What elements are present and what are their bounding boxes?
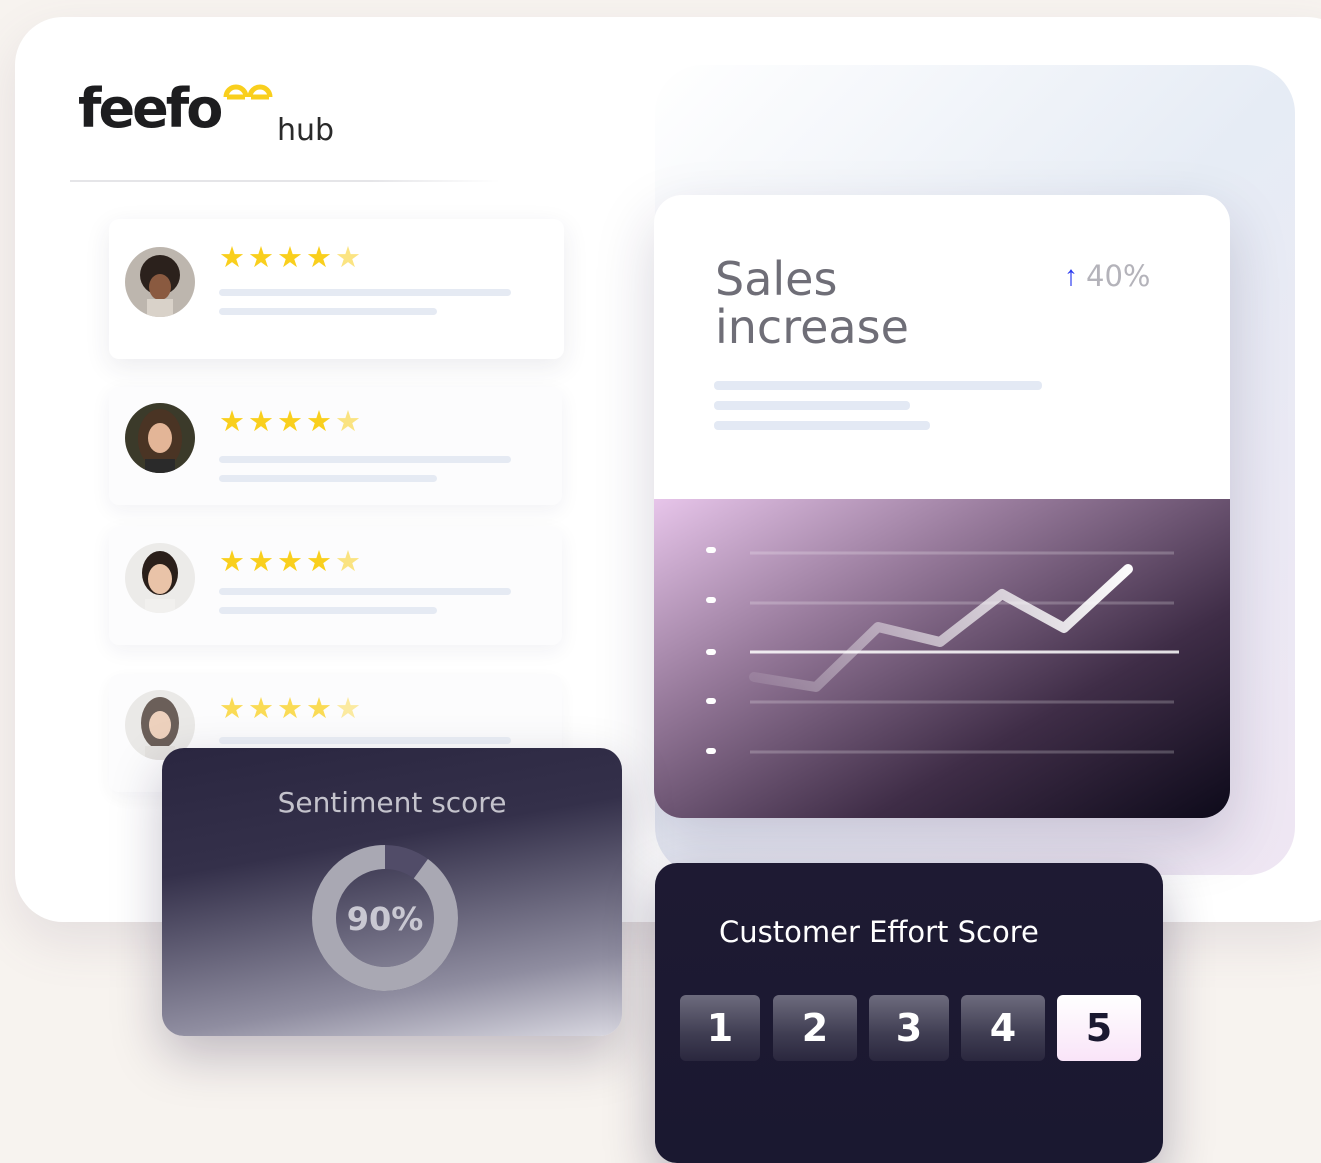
sales-chart — [654, 499, 1230, 818]
header-divider — [70, 180, 500, 182]
ces-option-5[interactable]: 5 — [1057, 995, 1141, 1061]
star-half: ★ — [335, 546, 364, 578]
star-rating: ★★★★★ — [219, 405, 364, 439]
sales-line-chart — [706, 547, 1179, 754]
stars-full: ★★★★ — [219, 693, 335, 725]
text-placeholder — [714, 381, 1042, 390]
ces-option-4[interactable]: 4 — [961, 995, 1045, 1061]
star-half: ★ — [335, 693, 364, 725]
stars-full: ★★★★ — [219, 546, 335, 578]
star-half: ★ — [335, 242, 364, 274]
brand-product-label: hub — [277, 113, 335, 148]
star-rating: ★★★★★ — [219, 692, 364, 726]
sentiment-score-card: Sentiment score 90% — [162, 748, 622, 1036]
review-text-placeholder — [219, 456, 511, 463]
ces-title: Customer Effort Score — [719, 915, 1039, 949]
text-placeholder — [714, 401, 910, 410]
avatar — [125, 403, 195, 473]
avatar-image — [125, 247, 195, 317]
star-half: ★ — [335, 406, 364, 438]
review-text-placeholder — [219, 475, 437, 482]
text-placeholder — [714, 421, 930, 430]
review-card[interactable]: ★★★★★ — [109, 219, 564, 359]
sales-change: ↑ 40% — [1064, 259, 1150, 293]
review-text-placeholder — [219, 607, 437, 614]
sales-trend-line — [749, 564, 1133, 692]
y-axis-dots — [706, 547, 716, 754]
review-text-placeholder — [219, 289, 511, 296]
sales-increase-card: Sales increase ↑ 40% — [654, 195, 1230, 818]
star-rating: ★★★★★ — [219, 241, 364, 275]
ces-option-2[interactable]: 2 — [773, 995, 857, 1061]
review-text-placeholder — [219, 737, 511, 744]
sentiment-title: Sentiment score — [277, 786, 507, 819]
stars-full: ★★★★ — [219, 406, 335, 438]
avatar — [125, 247, 195, 317]
review-card[interactable]: ★★★★★ — [109, 387, 562, 505]
ces-option-3[interactable]: 3 — [869, 995, 949, 1061]
sales-change-value: 40% — [1086, 259, 1151, 293]
review-text-placeholder — [219, 588, 511, 595]
avatar — [125, 543, 195, 613]
feefo-eyes-icon — [223, 84, 273, 100]
avatar-image — [125, 403, 195, 473]
customer-effort-score-card: Customer Effort Score 1 2 3 4 5 — [655, 863, 1163, 1163]
sentiment-value: 90% — [346, 900, 424, 938]
sales-title: Sales increase — [715, 252, 909, 354]
arrow-up-icon: ↑ — [1064, 260, 1078, 291]
star-rating: ★★★★★ — [219, 545, 364, 579]
avatar-image — [125, 543, 195, 613]
review-card[interactable]: ★★★★★ — [109, 527, 562, 645]
stars-full: ★★★★ — [219, 242, 335, 274]
brand-logo: feefo hub — [78, 77, 334, 149]
review-text-placeholder — [219, 308, 437, 315]
ces-option-1[interactable]: 1 — [680, 995, 760, 1061]
brand-wordmark: feefo — [78, 77, 223, 140]
